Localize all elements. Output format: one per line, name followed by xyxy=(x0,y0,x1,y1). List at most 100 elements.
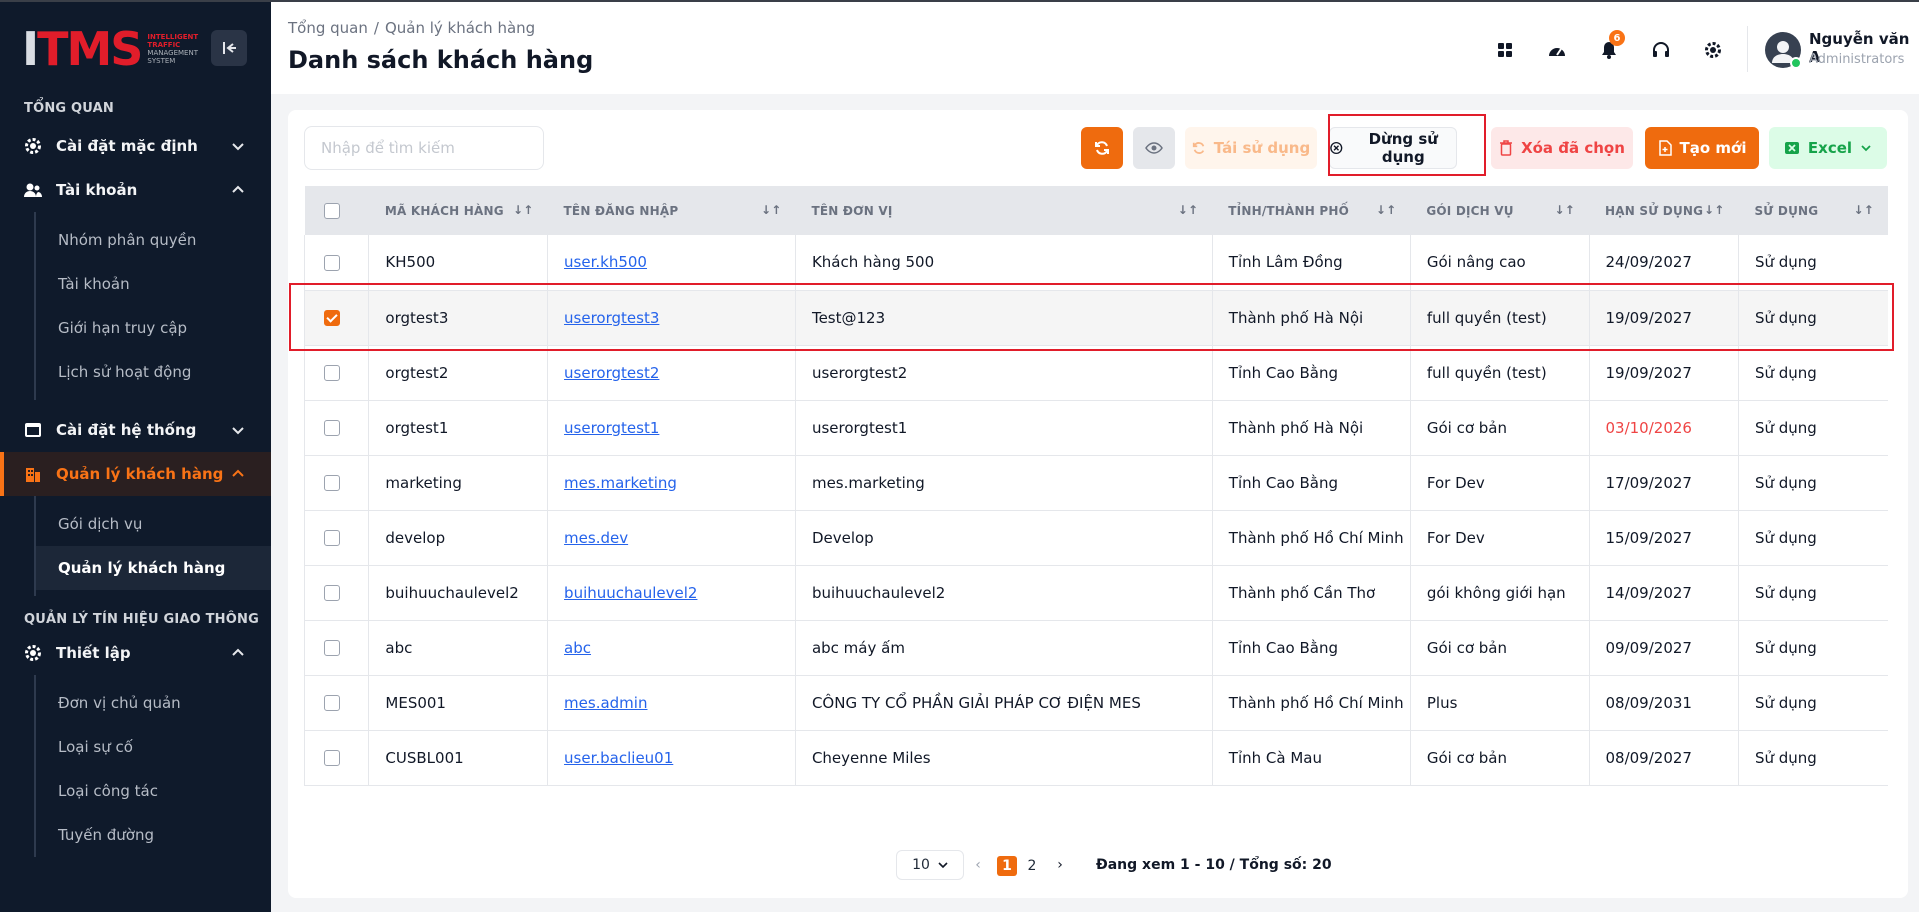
page-size-select[interactable]: 10 xyxy=(896,850,964,880)
row-checkbox[interactable] xyxy=(324,420,340,436)
username-link[interactable]: abc xyxy=(564,639,591,657)
sub-item-managing-units[interactable]: Đơn vị chủ quản xyxy=(58,681,271,725)
cell-province: Thành phố Hà Nội xyxy=(1212,400,1411,456)
create-new-button[interactable]: Tạo mới xyxy=(1645,127,1759,169)
row-checkbox[interactable] xyxy=(324,640,340,656)
sort-icon[interactable]: ↓↑ xyxy=(1554,203,1575,217)
row-checkbox[interactable] xyxy=(324,585,340,601)
table-row[interactable]: buihuuchaulevel2 buihuuchaulevel2 buihuuch… xyxy=(303,565,1888,621)
table-row[interactable]: CUSBL001 user.baclieu01 Cheyenne Miles Tỉnh… xyxy=(303,730,1888,786)
settings-button[interactable] xyxy=(1695,32,1731,68)
row-checkbox[interactable] xyxy=(324,310,340,326)
sort-icon[interactable]: ↓↑ xyxy=(1853,203,1874,217)
view-button[interactable] xyxy=(1133,127,1175,169)
column-header-code[interactable]: MÃ KHÁCH HÀNG ↓↑ xyxy=(368,186,548,235)
row-checkbox[interactable] xyxy=(324,254,340,271)
trash-icon xyxy=(1500,140,1513,156)
username-link[interactable]: buihuuchaulevel2 xyxy=(564,584,697,602)
menu-system-settings[interactable]: Cài đặt hệ thống xyxy=(0,408,271,452)
row-checkbox[interactable] xyxy=(324,365,340,381)
table-header-row: MÃ KHÁCH HÀNG ↓↑ TÊN ĐĂNG NHẬP ↓↑ TÊN ĐƠN … xyxy=(304,186,1888,235)
column-header-username[interactable]: TÊN ĐĂNG NHẬP ↓↑ xyxy=(547,186,796,235)
column-header-unit[interactable]: TÊN ĐƠN VỊ ↓↑ xyxy=(795,186,1213,235)
cell-package: gói không giới hạn xyxy=(1410,565,1590,621)
cell-unit: Cheyenne Miles xyxy=(795,730,1213,786)
page-button-2[interactable]: 2 xyxy=(1022,856,1042,876)
table-row[interactable]: orgtest1 userorgtest1 userorgtest1 Thành ph… xyxy=(303,400,1888,456)
cell-province: Thành phố Hồ Chí Minh xyxy=(1212,675,1411,731)
username-link[interactable]: mes.admin xyxy=(564,694,647,712)
menu-label: Thiết lập xyxy=(56,644,131,662)
column-header-expiry[interactable]: HẠN SỬ DỤNG ↓↑ xyxy=(1589,186,1739,235)
sub-item-customer-management[interactable]: Quản lý khách hàng xyxy=(34,546,271,590)
column-header-package[interactable]: GÓI DỊCH VỤ ↓↑ xyxy=(1410,186,1589,235)
excel-export-button[interactable]: Excel xyxy=(1769,127,1887,169)
delete-label: Xóa đã chọn xyxy=(1521,139,1625,157)
menu-accounts[interactable]: Tài khoản xyxy=(0,168,271,212)
table-row[interactable]: develop mes.dev Develop Thành phố Hồ Chí Mi… xyxy=(303,510,1888,566)
sort-icon[interactable]: ↓↑ xyxy=(1178,203,1199,217)
column-header-status[interactable]: SỬ DỤNG ↓↑ xyxy=(1738,186,1888,235)
gear-icon xyxy=(1705,42,1721,58)
sub-item-service-packages[interactable]: Gói dịch vụ xyxy=(58,502,271,546)
sort-icon[interactable]: ↓↑ xyxy=(761,203,782,217)
row-checkbox[interactable] xyxy=(324,750,340,766)
column-header-province[interactable]: TỈNH/THÀNH PHỐ ↓↑ xyxy=(1212,186,1411,235)
username-link[interactable]: mes.dev xyxy=(564,529,628,547)
username-link[interactable]: userorgtest3 xyxy=(564,309,659,327)
username-link[interactable]: user.kh500 xyxy=(564,253,647,271)
cell-username: userorgtest2 xyxy=(547,345,796,401)
refresh-button[interactable] xyxy=(1081,127,1123,169)
sub-item-work-types[interactable]: Loại công tác xyxy=(58,769,271,813)
row-checkbox[interactable] xyxy=(324,475,340,491)
apps-button[interactable] xyxy=(1487,32,1523,68)
table-row[interactable]: MES001 mes.admin CÔNG TY CỔ PHẦN GIẢI PHÁP… xyxy=(303,675,1888,731)
menu-setup[interactable]: Thiết lập xyxy=(0,631,271,675)
menu-customer-management[interactable]: Quản lý khách hàng xyxy=(0,452,271,496)
table-row[interactable]: KH500 user.kh500 Khách hàng 500 Tỉnh Lâm Đồ… xyxy=(303,235,1888,291)
prev-page-button[interactable]: ‹ xyxy=(970,850,986,880)
username-link[interactable]: mes.marketing xyxy=(564,474,677,492)
sub-item-access-limits[interactable]: Giới hạn truy cập xyxy=(58,306,271,350)
dashboard-button[interactable] xyxy=(1539,32,1575,68)
reuse-button[interactable]: Tái sử dụng xyxy=(1185,127,1317,169)
column-label: GÓI DỊCH VỤ xyxy=(1426,203,1514,218)
sort-icon[interactable]: ↓↑ xyxy=(1704,203,1725,217)
sub-item-permission-groups[interactable]: Nhóm phân quyền xyxy=(58,218,271,262)
cell-username: mes.dev xyxy=(547,510,796,566)
sub-item-routes[interactable]: Tuyến đường xyxy=(58,813,271,857)
cell-username: userorgtest3 xyxy=(547,290,796,346)
page-button-1[interactable]: 1 xyxy=(997,856,1017,876)
sub-item-incident-types[interactable]: Loại sự cố xyxy=(58,725,271,769)
row-checkbox[interactable] xyxy=(324,530,340,546)
table-row[interactable]: orgtest2 userorgtest2 userorgtest2 Tỉnh Cao… xyxy=(303,345,1888,401)
table-row[interactable]: marketing mes.marketing mes.marketing Tỉnh … xyxy=(303,455,1888,511)
sort-icon[interactable]: ↓↑ xyxy=(1376,203,1397,217)
delete-selected-button[interactable]: Xóa đã chọn xyxy=(1491,127,1633,169)
username-link[interactable]: userorgtest1 xyxy=(564,419,659,437)
avatar[interactable] xyxy=(1765,32,1802,69)
excel-label: Excel xyxy=(1807,139,1853,157)
row-checkbox[interactable] xyxy=(324,695,340,711)
sub-item-accounts[interactable]: Tài khoản xyxy=(58,262,271,306)
collapse-sidebar-button[interactable] xyxy=(211,30,247,66)
menu-default-settings[interactable]: Cài đặt mặc định xyxy=(0,124,271,168)
username-link[interactable]: userorgtest2 xyxy=(564,364,659,382)
support-button[interactable] xyxy=(1643,32,1679,68)
next-page-button[interactable]: › xyxy=(1052,850,1068,880)
cell-unit: Test@123 xyxy=(795,290,1213,346)
app-logo: ITMS INTELLIGENT TRAFFIC MANAGEMENT SYST… xyxy=(22,26,207,72)
table-row[interactable]: orgtest3 userorgtest3 Test@123 Thành phố Hà… xyxy=(303,290,1888,346)
search-input[interactable] xyxy=(304,126,544,170)
notifications-button[interactable]: 6 xyxy=(1591,30,1627,68)
sort-icon[interactable]: ↓↑ xyxy=(513,203,534,217)
sub-item-activity-history[interactable]: Lịch sử hoạt động xyxy=(58,350,271,394)
select-all-checkbox[interactable] xyxy=(323,202,340,219)
cell-unit: userorgtest2 xyxy=(795,345,1213,401)
username-link[interactable]: user.baclieu01 xyxy=(564,749,673,767)
table-row[interactable]: abc abc abc máy ấm Tỉnh Cao Bằng Gói cơ bản 0… xyxy=(303,620,1888,676)
speedometer-icon xyxy=(1549,48,1565,56)
breadcrumb-home[interactable]: Tổng quan xyxy=(288,19,368,37)
cell-status: Sử dụng xyxy=(1738,565,1888,621)
menu-label: Tài khoản xyxy=(56,181,138,199)
